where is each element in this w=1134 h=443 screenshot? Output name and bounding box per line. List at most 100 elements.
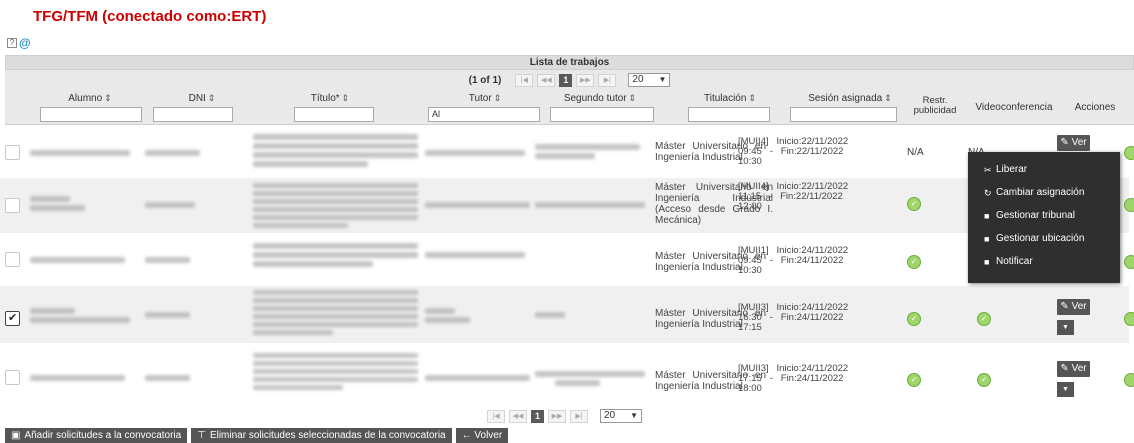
page-1-button[interactable]: 1: [531, 409, 544, 423]
col-acciones: Acciones: [1074, 102, 1116, 113]
titulo-redacted: [253, 143, 418, 149]
sort-icon: ⇕: [748, 93, 756, 103]
dni-redacted: [145, 202, 195, 208]
rows-per-page-select[interactable]: 20 ▼: [628, 73, 671, 87]
prev-page-button[interactable]: ◀◀: [509, 409, 527, 423]
book-icon: ■: [984, 256, 990, 267]
dni-redacted: [145, 312, 190, 318]
col-segundo-tutor-label: Segundo tutor: [563, 93, 627, 104]
first-page-button[interactable]: |◀: [487, 409, 505, 423]
check-icon: ✓: [977, 373, 991, 387]
remove-requests-label: Eliminar solicitudes seleccionadas de la…: [209, 430, 446, 441]
status-ok-icon: [1124, 373, 1134, 387]
prev-page-button[interactable]: ◀◀: [537, 73, 556, 87]
titulo-redacted: [253, 369, 418, 374]
segundo-tutor-redacted: [535, 312, 565, 318]
rows-per-page-value: 20: [632, 74, 644, 85]
table-row[interactable]: Máster Universitario en Ingeniería Indus…: [0, 345, 1134, 405]
col-alumno[interactable]: Alumno ⇕: [45, 93, 135, 104]
ver-button[interactable]: ✎ Ver: [1057, 361, 1090, 377]
top-icons: ? @: [7, 37, 31, 49]
back-button[interactable]: ← Volver: [455, 428, 509, 443]
status-ok-icon: [1124, 255, 1134, 269]
status-ok-icon: [1124, 312, 1134, 326]
sort-icon: ⇕: [493, 93, 502, 103]
titulo-redacted: [253, 306, 418, 311]
menu-item-notificar[interactable]: ■ Notificar: [968, 250, 1120, 273]
titulo-redacted: [253, 215, 418, 220]
alumno-redacted: [30, 196, 70, 202]
check-icon: ✓: [977, 312, 991, 326]
remove-requests-button[interactable]: ⊤ Eliminar solicitudes seleccionadas de l…: [191, 428, 452, 443]
col-segundo-tutor[interactable]: Segundo tutor ⇕: [555, 93, 645, 104]
table-row[interactable]: Máster Universitario en Ingeniería Indus…: [0, 178, 1134, 234]
titulo-redacted: [253, 207, 418, 212]
segundo-tutor-redacted: [535, 144, 640, 150]
check-icon: ✓: [907, 312, 921, 326]
menu-item-label: Notificar: [996, 255, 1033, 267]
segundo-tutor-filter-input[interactable]: [550, 107, 654, 122]
add-requests-button[interactable]: ▣ Añadir solicitudes a la convocatoria: [5, 428, 188, 443]
menu-item-gestionar-tribunal[interactable]: ■ Gestionar tribunal: [968, 204, 1120, 227]
row-checkbox-checked[interactable]: [5, 311, 20, 326]
alumno-redacted: [30, 257, 125, 263]
sort-icon: ⇕: [628, 93, 637, 103]
menu-item-label: Gestionar ubicación: [996, 232, 1085, 244]
more-actions-button[interactable]: ▼: [1057, 320, 1074, 335]
next-page-button[interactable]: ▶▶: [548, 409, 566, 423]
tutor-redacted: [425, 375, 530, 381]
tutor-filter-input[interactable]: Al: [428, 107, 540, 122]
col-alumno-label: Alumno: [68, 93, 103, 104]
row-checkbox[interactable]: [5, 370, 20, 385]
more-actions-button[interactable]: ▼: [1057, 382, 1074, 397]
alumno-filter-input[interactable]: [40, 107, 142, 122]
col-tutor[interactable]: Tutor ⇕: [450, 93, 520, 104]
at-icon[interactable]: @: [19, 37, 31, 49]
titulo-filter-input[interactable]: [294, 107, 374, 122]
col-tutor-label: Tutor: [468, 93, 492, 104]
sort-icon: ⇕: [341, 93, 350, 103]
sesion-filter-input[interactable]: [790, 107, 897, 122]
titulo-redacted: [253, 314, 418, 319]
sort-icon: ⇕: [104, 93, 112, 103]
page-1-button[interactable]: 1: [559, 73, 573, 87]
row-checkbox[interactable]: [5, 145, 20, 160]
dni-filter-input[interactable]: [153, 107, 233, 122]
chevron-down-icon: ▼: [658, 75, 667, 84]
table-row[interactable]: Máster Universitario en Ingeniería Indus…: [0, 235, 1134, 285]
menu-item-gestionar-ubicacion[interactable]: ■ Gestionar ubicación: [968, 227, 1120, 250]
col-dni[interactable]: DNI ⇕: [167, 93, 237, 104]
menu-item-label: Liberar: [996, 163, 1028, 175]
titulo-redacted: [253, 134, 418, 140]
next-page-button[interactable]: ▶▶: [576, 73, 595, 87]
table-row[interactable]: Máster Universitario en Ingeniería Indus…: [0, 286, 1134, 344]
col-titulo-label: Título*: [310, 93, 340, 104]
help-icon[interactable]: ?: [7, 38, 17, 48]
alumno-redacted: [30, 317, 130, 323]
rows-per-page-select[interactable]: 20 ▼: [600, 409, 642, 423]
row-checkbox[interactable]: [5, 198, 20, 213]
row-checkbox[interactable]: [5, 252, 20, 267]
last-page-button[interactable]: ▶|: [598, 73, 617, 87]
col-sesion-label: Sesión asignada: [808, 93, 883, 104]
first-page-button[interactable]: |◀: [515, 73, 534, 87]
col-titulacion[interactable]: Titulación ⇕: [685, 93, 775, 104]
col-titulo[interactable]: Título* ⇕: [285, 93, 375, 104]
menu-item-cambiar-asignacion[interactable]: ↻ Cambiar asignación: [968, 181, 1120, 204]
sesion-cell: [MUII4] Inicio:22/11/2022 09:45 - Fin:22…: [738, 136, 849, 167]
col-sesion[interactable]: Sesión asignada ⇕: [800, 93, 900, 104]
last-page-button[interactable]: ▶|: [570, 409, 588, 423]
table-header: Alumno ⇕ DNI ⇕ Título* ⇕ Tutor ⇕ Segundo tut…: [5, 90, 1134, 125]
titulo-redacted: [253, 298, 418, 303]
book-icon: ■: [984, 233, 990, 244]
ver-button[interactable]: ✎ Ver: [1057, 135, 1090, 151]
titulacion-filter-input[interactable]: [688, 107, 770, 122]
col-titulacion-label: Titulación: [704, 93, 747, 104]
save-icon: ▣: [11, 430, 21, 441]
titulo-redacted: [253, 361, 418, 366]
titulo-redacted: [253, 322, 418, 327]
ver-button[interactable]: ✎ Ver: [1057, 299, 1090, 315]
titulo-redacted: [253, 377, 418, 382]
table-row[interactable]: Máster Universitario en Ingeniería Indus…: [0, 129, 1134, 177]
menu-item-liberar[interactable]: ✂ Liberar: [968, 158, 1120, 181]
